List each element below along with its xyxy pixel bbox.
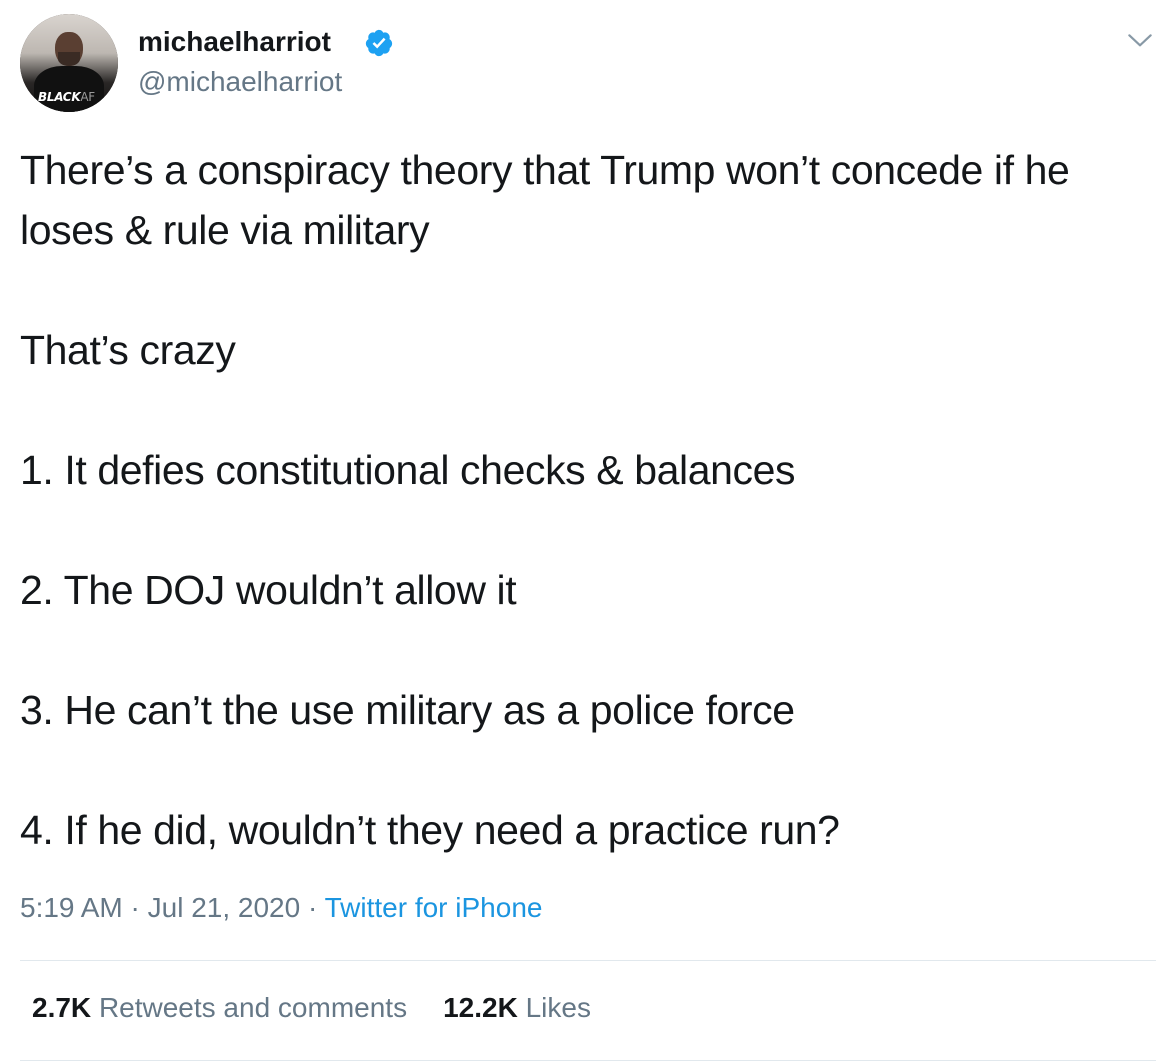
avatar-logo: BLACKAF xyxy=(38,90,95,104)
tweet-line: 3. He can’t the use military as a police… xyxy=(20,687,795,733)
likes-label: Likes xyxy=(525,992,591,1023)
divider xyxy=(20,960,1156,961)
tweet-text: There’s a conspiracy theory that Trump w… xyxy=(20,140,1150,860)
avatar-logo-secondary: AF xyxy=(80,90,95,104)
tweet-line: 4. If he did, wouldn’t they need a pract… xyxy=(20,807,840,853)
meta-separator: · xyxy=(307,892,318,923)
tweet-line-gap xyxy=(20,740,1150,800)
tweet-date[interactable]: Jul 21, 2020 xyxy=(148,892,301,923)
meta-separator: · xyxy=(130,892,140,923)
avatar-shirt xyxy=(34,66,104,112)
tweet-time[interactable]: 5:19 AM xyxy=(20,892,123,923)
chevron-down-icon[interactable] xyxy=(1124,24,1156,56)
tweet-meta: 5:19 AM · Jul 21, 2020 · Twitter for iPh… xyxy=(20,892,542,924)
tweet-line: That’s crazy xyxy=(20,327,236,373)
tweet-line-gap xyxy=(20,260,1150,320)
tweet-line: There’s a conspiracy theory that Trump w… xyxy=(20,147,1081,253)
avatar-logo-primary: BLACK xyxy=(38,90,81,104)
tweet-line-gap xyxy=(20,620,1150,680)
retweets-count: 2.7K xyxy=(32,992,92,1023)
tweet: BLACKAF michaelharriot @michaelharriot T… xyxy=(0,0,1176,1064)
tweet-line: 2. The DOJ wouldn’t allow it xyxy=(20,567,517,613)
handle[interactable]: @michaelharriot xyxy=(138,66,342,98)
tweet-stats: 2.7K Retweets and comments 12.2K Likes xyxy=(32,992,627,1024)
likes-stat[interactable]: 12.2K Likes xyxy=(443,992,591,1024)
retweets-label: Retweets and comments xyxy=(98,992,408,1023)
tweet-source-link[interactable]: Twitter for iPhone xyxy=(325,892,543,923)
avatar[interactable]: BLACKAF xyxy=(20,14,118,112)
display-name[interactable]: michaelharriot xyxy=(138,26,331,58)
retweets-stat[interactable]: 2.7K Retweets and comments xyxy=(32,992,407,1024)
avatar-beard xyxy=(58,52,80,66)
verified-badge-icon xyxy=(365,29,393,57)
likes-count: 12.2K xyxy=(443,992,518,1023)
tweet-line-gap xyxy=(20,380,1150,440)
tweet-line: 1. It defies constitutional checks & bal… xyxy=(20,447,796,493)
tweet-header: BLACKAF michaelharriot @michaelharriot xyxy=(20,14,1156,114)
tweet-line-gap xyxy=(20,500,1150,560)
divider xyxy=(20,1060,1156,1061)
